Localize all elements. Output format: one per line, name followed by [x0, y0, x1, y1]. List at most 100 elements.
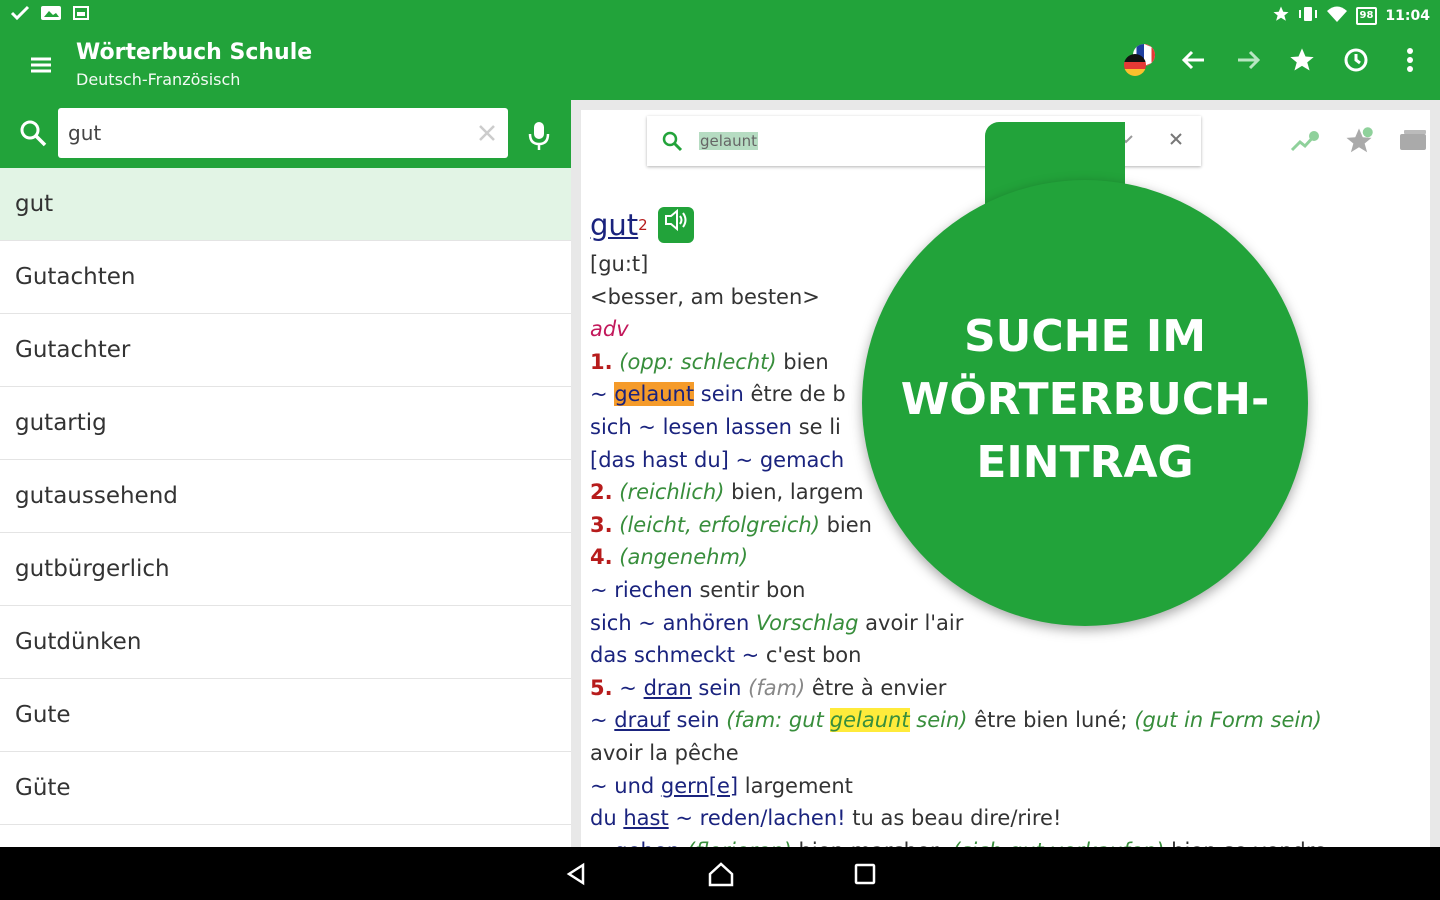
tilde: ~ [619, 675, 637, 700]
back-nav-icon[interactable] [563, 861, 589, 891]
translation: bien [783, 349, 829, 374]
example-de: ~ gehen [590, 839, 680, 847]
example-fr: c'est bon [765, 643, 862, 668]
context-label: (fam: gut [726, 708, 824, 733]
list-item[interactable]: gutartig [0, 387, 571, 460]
cross-reference-link[interactable]: drauf [614, 708, 670, 732]
clock-time: 11:04 [1385, 8, 1430, 24]
example-de: ~ reden/lachen! [675, 806, 846, 831]
example-fr: se li [798, 414, 841, 439]
example-de: sein [698, 675, 742, 700]
example: du hast ~ reden/lachen! tu as beau dire/… [590, 802, 1420, 835]
favorites-button[interactable] [1286, 44, 1318, 80]
speaker-icon [663, 208, 689, 242]
home-nav-icon[interactable] [707, 861, 735, 891]
list-item[interactable]: Gutachten [0, 241, 571, 314]
star-status-icon [1272, 5, 1290, 27]
example-fr: sentir bon [699, 577, 806, 602]
sense-label: (leicht, erfolgreich) [619, 512, 820, 537]
example-fr: tu as beau dire/rire! [852, 806, 1062, 831]
sense-number: 5. [590, 675, 613, 700]
language-switch-button[interactable] [1124, 44, 1156, 80]
battery-level: 98 [1359, 10, 1374, 21]
word-list: gut Gutachten Gutachter gutartig gutauss… [0, 168, 571, 825]
list-item[interactable]: Gute [0, 679, 571, 752]
image-icon [72, 4, 90, 26]
cross-reference-link[interactable]: hast [623, 806, 668, 830]
history-button[interactable] [1340, 44, 1372, 80]
sense-number: 3. [590, 512, 613, 537]
sense-number: 1. [590, 349, 613, 374]
example: das schmeckt ~ c'est bon [590, 639, 1420, 672]
search-icon [18, 118, 48, 152]
find-query[interactable]: gelaunt [699, 132, 759, 150]
cross-reference-link[interactable]: gern[e] [661, 774, 738, 798]
list-item[interactable]: gut [0, 168, 571, 241]
battery-icon: 98 [1355, 7, 1378, 25]
context-label: (sich gut verkaufen) [952, 839, 1164, 847]
tilde: ~ [590, 382, 608, 407]
search-bar [0, 100, 571, 168]
promo-line-2: WÖRTERBUCH- [900, 374, 1270, 425]
app-bar: Wörterbuch Schule Deutsch-Französisch [0, 30, 1440, 100]
status-bar: 98 11:04 [0, 0, 1440, 30]
search-input[interactable] [66, 120, 460, 146]
list-item[interactable]: gutaussehend [0, 460, 571, 533]
example-fr: avoir la pêche [590, 740, 739, 765]
sense-label: (angenehm) [619, 545, 749, 570]
cross-reference-link[interactable]: dran [644, 676, 692, 700]
sense-number: 2. [590, 480, 613, 505]
word-list-pane: gut Gutachten Gutachter gutartig gutauss… [0, 100, 571, 847]
cards-icon[interactable] [1396, 126, 1430, 160]
app-subtitle: Deutsch-Französisch [76, 70, 241, 89]
example-fr: être à envier [811, 675, 947, 700]
system-navigation-bar [0, 847, 1440, 900]
share-icon[interactable] [1288, 126, 1322, 160]
recents-nav-icon[interactable] [853, 861, 877, 891]
promo-text: SUCHE IM WÖRTERBUCH- EINTRAG [862, 305, 1308, 494]
microphone-icon[interactable] [526, 120, 552, 156]
list-item[interactable]: Gutachter [0, 314, 571, 387]
wifi-icon [1326, 5, 1348, 27]
forward-button[interactable] [1232, 44, 1264, 80]
close-icon[interactable] [1169, 131, 1183, 150]
example-de: sich ~ anhören [590, 610, 750, 635]
search-field[interactable] [58, 108, 508, 158]
homograph-number: 2 [638, 215, 648, 234]
example-fr: avoir l'air [865, 610, 964, 635]
example-fr: largement [744, 773, 853, 798]
clear-search-icon[interactable] [476, 122, 498, 148]
example-fr: être de b [750, 382, 846, 407]
overflow-menu-button[interactable] [1394, 44, 1426, 80]
context-label: (gut in Form sein) [1134, 708, 1322, 733]
example-de: ~ riechen [590, 577, 693, 602]
find-search-icon [661, 130, 683, 156]
app-title: Wörterbuch Schule [76, 40, 313, 65]
example-de: sein [700, 382, 744, 407]
list-item[interactable]: Gutdünken [0, 606, 571, 679]
audio-button[interactable] [657, 207, 694, 243]
list-item[interactable]: gutbürgerlich [0, 533, 571, 606]
list-item[interactable]: Güte [0, 752, 571, 825]
example-de: du [590, 806, 617, 831]
highlighted-match: gelaunt [614, 382, 695, 407]
register-label: (fam) [748, 675, 806, 700]
example: ~ und gern[e] largement [590, 770, 1420, 803]
context-label: sein) [916, 708, 968, 733]
translation: bien, largem [731, 480, 864, 505]
context-label: (florieren) [687, 839, 792, 847]
sense-5: 5. ~ dran sein (fam) être à envier [590, 672, 1420, 705]
back-button[interactable] [1178, 44, 1210, 80]
add-favorite-icon[interactable] [1344, 126, 1374, 160]
promo-line-3: EINTRAG [976, 437, 1194, 488]
example: ~ gehen (florieren) bien marcher; (sich … [590, 835, 1420, 847]
example: avoir la pêche [590, 737, 1420, 770]
promo-line-1: SUCHE IM [963, 311, 1207, 362]
menu-button[interactable] [26, 50, 56, 80]
sense-label: (opp: schlecht) [619, 349, 777, 374]
history-icon [1342, 46, 1370, 78]
example-de: das schmeckt ~ [590, 643, 760, 668]
example: ~ drauf sein (fam: gut gelaunt sein) être… [590, 704, 1420, 737]
sense-label: (reichlich) [619, 480, 725, 505]
example-de: sein [676, 708, 720, 733]
